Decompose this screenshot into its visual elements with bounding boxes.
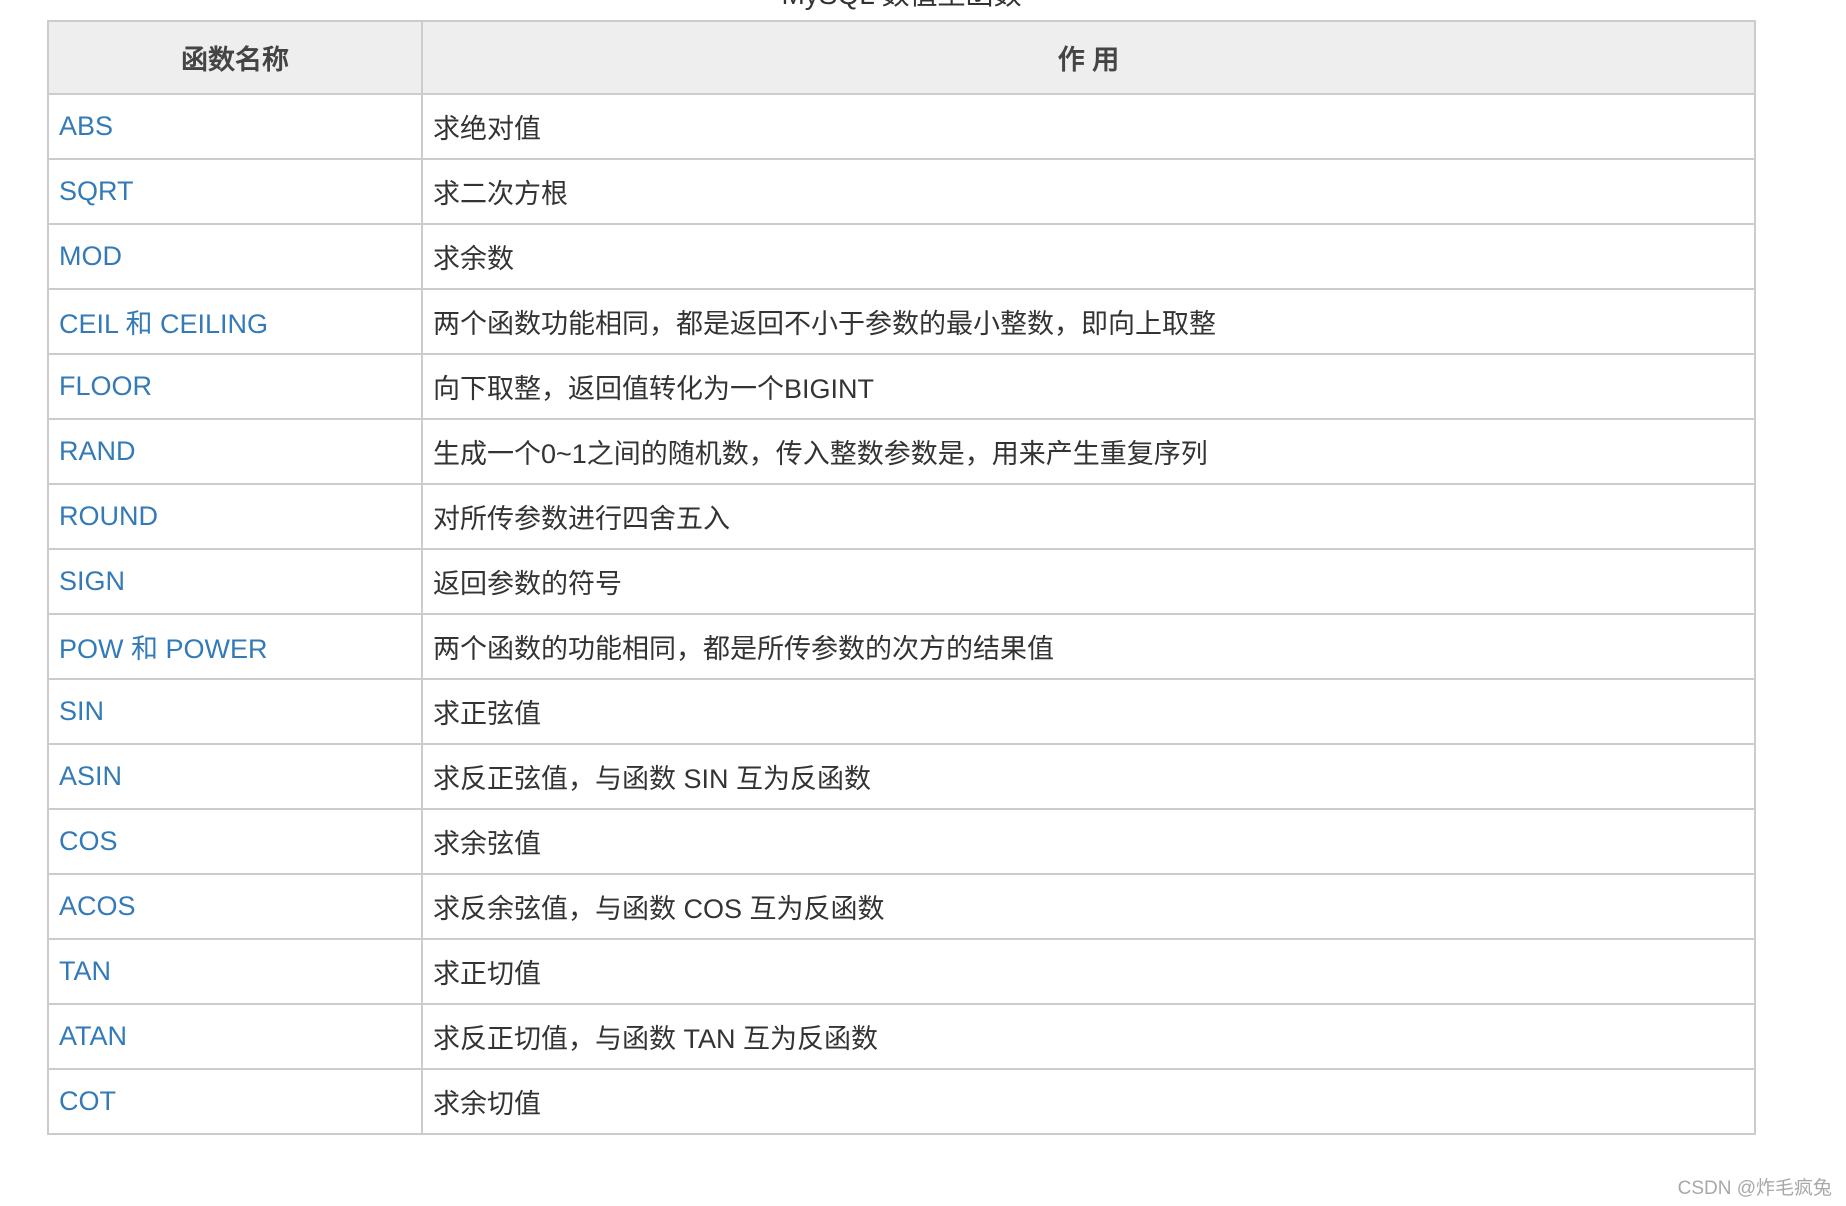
table-row: POW 和 POWER 两个函数的功能相同，都是所传参数的次方的结果值	[47, 613, 1756, 680]
function-description: 生成一个0~1之间的随机数，传入整数参数是，用来产生重复序列	[421, 418, 1756, 485]
table-row: TAN 求正切值	[47, 938, 1756, 1005]
table-row: ASIN 求反正弦值，与函数 SIN 互为反函数	[47, 743, 1756, 810]
table-row: SIGN 返回参数的符号	[47, 548, 1756, 615]
table-row: COT 求余切值	[47, 1068, 1756, 1135]
table-row: ABS 求绝对值	[47, 93, 1756, 160]
table-row: FLOOR 向下取整，返回值转化为一个BIGINT	[47, 353, 1756, 420]
header-purpose: 作 用	[421, 20, 1756, 95]
function-description: 求余弦值	[421, 808, 1756, 875]
function-name-link[interactable]: FLOOR	[47, 353, 423, 420]
table-row: MOD 求余数	[47, 223, 1756, 290]
table-row: RAND 生成一个0~1之间的随机数，传入整数参数是，用来产生重复序列	[47, 418, 1756, 485]
function-name-link[interactable]: POW 和 POWER	[47, 613, 423, 680]
function-name-link[interactable]: COT	[47, 1068, 423, 1135]
function-name-link[interactable]: TAN	[47, 938, 423, 1005]
function-description: 求正切值	[421, 938, 1756, 1005]
table-row: SIN 求正弦值	[47, 678, 1756, 745]
function-name-link[interactable]: SQRT	[47, 158, 423, 225]
function-description: 求余切值	[421, 1068, 1756, 1135]
function-description: 求正弦值	[421, 678, 1756, 745]
function-description: 向下取整，返回值转化为一个BIGINT	[421, 353, 1756, 420]
function-name-link[interactable]: SIN	[47, 678, 423, 745]
table-header-row: 函数名称 作 用	[47, 20, 1756, 95]
function-name-link[interactable]: CEIL 和 CEILING	[47, 288, 423, 355]
function-name-link[interactable]: ACOS	[47, 873, 423, 940]
function-description: 两个函数功能相同，都是返回不小于参数的最小整数，即向上取整	[421, 288, 1756, 355]
header-function-name: 函数名称	[47, 20, 423, 95]
table-row: SQRT 求二次方根	[47, 158, 1756, 225]
function-description: 求绝对值	[421, 93, 1756, 160]
function-description: 返回参数的符号	[421, 548, 1756, 615]
table-row: ROUND 对所传参数进行四舍五入	[47, 483, 1756, 550]
function-name-link[interactable]: RAND	[47, 418, 423, 485]
function-description: 求反余弦值，与函数 COS 互为反函数	[421, 873, 1756, 940]
table-row: CEIL 和 CEILING 两个函数功能相同，都是返回不小于参数的最小整数，即向…	[47, 288, 1756, 355]
function-name-link[interactable]: MOD	[47, 223, 423, 290]
watermark: CSDN @炸毛疯兔	[1677, 1178, 1832, 1199]
function-description: 对所传参数进行四舍五入	[421, 483, 1756, 550]
table-row: ATAN 求反正切值，与函数 TAN 互为反函数	[47, 1003, 1756, 1070]
function-name-link[interactable]: ATAN	[47, 1003, 423, 1070]
table-row: ACOS 求反余弦值，与函数 COS 互为反函数	[47, 873, 1756, 940]
function-description: 求反正切值，与函数 TAN 互为反函数	[421, 1003, 1756, 1070]
function-description: 求余数	[421, 223, 1756, 290]
function-name-link[interactable]: ABS	[47, 93, 423, 160]
function-name-link[interactable]: SIGN	[47, 548, 423, 615]
function-table: 函数名称 作 用 ABS 求绝对值 SQRT 求二次方根 MOD 求余数 CEIL 和 CE…	[47, 20, 1756, 1135]
function-description: 求二次方根	[421, 158, 1756, 225]
function-name-link[interactable]: ASIN	[47, 743, 423, 810]
function-name-link[interactable]: COS	[47, 808, 423, 875]
table-row: COS 求余弦值	[47, 808, 1756, 875]
table-caption: MySQL 数值型函数	[47, 0, 1756, 12]
function-name-link[interactable]: ROUND	[47, 483, 423, 550]
function-description: 两个函数的功能相同，都是所传参数的次方的结果值	[421, 613, 1756, 680]
function-description: 求反正弦值，与函数 SIN 互为反函数	[421, 743, 1756, 810]
